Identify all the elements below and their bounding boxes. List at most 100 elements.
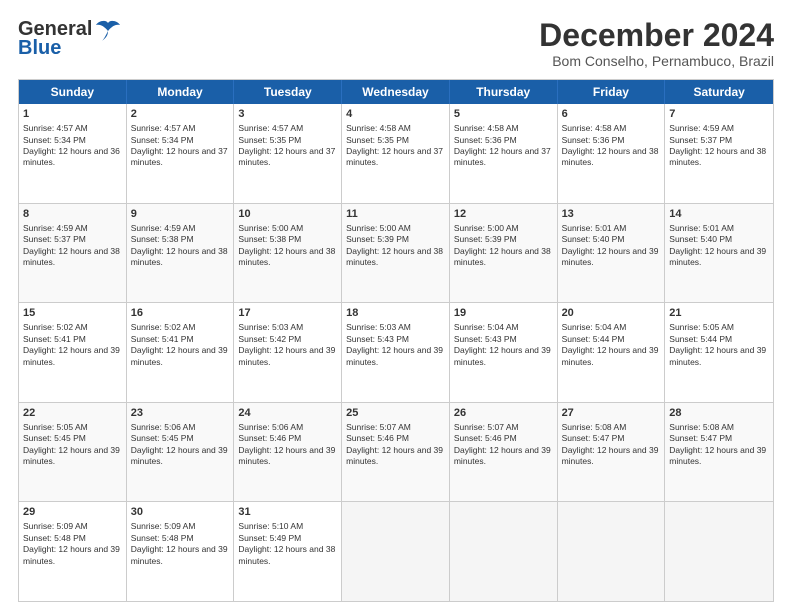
sunset: Sunset: 5:44 PM <box>562 334 625 344</box>
daylight: Daylight: 12 hours and 39 minutes. <box>238 445 335 466</box>
daylight: Daylight: 12 hours and 37 minutes. <box>238 146 335 167</box>
daylight: Daylight: 12 hours and 39 minutes. <box>562 445 659 466</box>
day-number: 22 <box>23 406 122 421</box>
day-number: 27 <box>562 406 661 421</box>
sunrise: Sunrise: 5:07 AM <box>346 422 411 432</box>
day-cell-11: 11Sunrise: 5:00 AMSunset: 5:39 PMDayligh… <box>342 204 450 303</box>
day-cell-12: 12Sunrise: 5:00 AMSunset: 5:39 PMDayligh… <box>450 204 558 303</box>
sunset: Sunset: 5:48 PM <box>131 533 194 543</box>
sunrise: Sunrise: 4:59 AM <box>669 123 734 133</box>
day-number: 26 <box>454 406 553 421</box>
calendar-row-3: 15Sunrise: 5:02 AMSunset: 5:41 PMDayligh… <box>19 302 773 402</box>
calendar-body: 1Sunrise: 4:57 AMSunset: 5:34 PMDaylight… <box>19 104 773 601</box>
calendar-row-5: 29Sunrise: 5:09 AMSunset: 5:48 PMDayligh… <box>19 501 773 601</box>
daylight: Daylight: 12 hours and 39 minutes. <box>23 345 120 366</box>
sunset: Sunset: 5:38 PM <box>131 234 194 244</box>
sunrise: Sunrise: 5:02 AM <box>23 322 88 332</box>
sunrise: Sunrise: 5:03 AM <box>346 322 411 332</box>
day-cell-1: 1Sunrise: 4:57 AMSunset: 5:34 PMDaylight… <box>19 104 127 203</box>
day-number: 19 <box>454 306 553 321</box>
day-number: 30 <box>131 505 230 520</box>
sunset: Sunset: 5:35 PM <box>238 135 301 145</box>
day-number: 28 <box>669 406 769 421</box>
sunrise: Sunrise: 5:05 AM <box>23 422 88 432</box>
daylight: Daylight: 12 hours and 39 minutes. <box>238 345 335 366</box>
sunrise: Sunrise: 5:01 AM <box>669 223 734 233</box>
sunset: Sunset: 5:41 PM <box>23 334 86 344</box>
sunrise: Sunrise: 5:04 AM <box>454 322 519 332</box>
day-number: 7 <box>669 107 769 122</box>
sunrise: Sunrise: 4:58 AM <box>562 123 627 133</box>
sunrise: Sunrise: 4:57 AM <box>131 123 196 133</box>
day-number: 13 <box>562 207 661 222</box>
header-day-wednesday: Wednesday <box>342 80 450 104</box>
sunset: Sunset: 5:47 PM <box>562 433 625 443</box>
daylight: Daylight: 12 hours and 39 minutes. <box>131 445 228 466</box>
sunrise: Sunrise: 5:09 AM <box>131 521 196 531</box>
sunrise: Sunrise: 5:01 AM <box>562 223 627 233</box>
sunset: Sunset: 5:41 PM <box>131 334 194 344</box>
day-cell-25: 25Sunrise: 5:07 AMSunset: 5:46 PMDayligh… <box>342 403 450 502</box>
day-number: 10 <box>238 207 337 222</box>
daylight: Daylight: 12 hours and 38 minutes. <box>23 246 120 267</box>
day-number: 18 <box>346 306 445 321</box>
sunset: Sunset: 5:40 PM <box>562 234 625 244</box>
day-number: 1 <box>23 107 122 122</box>
sunrise: Sunrise: 5:08 AM <box>562 422 627 432</box>
page: General Blue December 2024 Bom Conselho,… <box>0 0 792 612</box>
sunset: Sunset: 5:46 PM <box>346 433 409 443</box>
location-subtitle: Bom Conselho, Pernambuco, Brazil <box>539 53 774 69</box>
daylight: Daylight: 12 hours and 39 minutes. <box>669 246 766 267</box>
sunset: Sunset: 5:36 PM <box>454 135 517 145</box>
sunset: Sunset: 5:37 PM <box>669 135 732 145</box>
daylight: Daylight: 12 hours and 39 minutes. <box>346 445 443 466</box>
sunset: Sunset: 5:34 PM <box>131 135 194 145</box>
day-cell-23: 23Sunrise: 5:06 AMSunset: 5:45 PMDayligh… <box>127 403 235 502</box>
empty-cell <box>342 502 450 601</box>
day-cell-26: 26Sunrise: 5:07 AMSunset: 5:46 PMDayligh… <box>450 403 558 502</box>
day-number: 12 <box>454 207 553 222</box>
day-number: 14 <box>669 207 769 222</box>
sunrise: Sunrise: 5:06 AM <box>238 422 303 432</box>
day-number: 20 <box>562 306 661 321</box>
sunset: Sunset: 5:43 PM <box>346 334 409 344</box>
sunrise: Sunrise: 5:00 AM <box>238 223 303 233</box>
day-cell-21: 21Sunrise: 5:05 AMSunset: 5:44 PMDayligh… <box>665 303 773 402</box>
sunset: Sunset: 5:38 PM <box>238 234 301 244</box>
day-number: 17 <box>238 306 337 321</box>
sunset: Sunset: 5:39 PM <box>454 234 517 244</box>
sunrise: Sunrise: 5:09 AM <box>23 521 88 531</box>
daylight: Daylight: 12 hours and 39 minutes. <box>562 345 659 366</box>
sunset: Sunset: 5:44 PM <box>669 334 732 344</box>
day-number: 11 <box>346 207 445 222</box>
header-day-sunday: Sunday <box>19 80 127 104</box>
sunset: Sunset: 5:39 PM <box>346 234 409 244</box>
sunset: Sunset: 5:37 PM <box>23 234 86 244</box>
sunset: Sunset: 5:35 PM <box>346 135 409 145</box>
logo-bird-icon <box>94 19 122 41</box>
daylight: Daylight: 12 hours and 39 minutes. <box>669 345 766 366</box>
sunset: Sunset: 5:47 PM <box>669 433 732 443</box>
sunrise: Sunrise: 5:00 AM <box>454 223 519 233</box>
sunrise: Sunrise: 5:03 AM <box>238 322 303 332</box>
sunrise: Sunrise: 4:57 AM <box>238 123 303 133</box>
sunrise: Sunrise: 4:57 AM <box>23 123 88 133</box>
empty-cell <box>450 502 558 601</box>
sunset: Sunset: 5:42 PM <box>238 334 301 344</box>
daylight: Daylight: 12 hours and 37 minutes. <box>131 146 228 167</box>
day-number: 16 <box>131 306 230 321</box>
sunrise: Sunrise: 5:05 AM <box>669 322 734 332</box>
sunrise: Sunrise: 5:02 AM <box>131 322 196 332</box>
sunrise: Sunrise: 5:00 AM <box>346 223 411 233</box>
daylight: Daylight: 12 hours and 39 minutes. <box>23 445 120 466</box>
sunrise: Sunrise: 5:04 AM <box>562 322 627 332</box>
sunset: Sunset: 5:43 PM <box>454 334 517 344</box>
day-number: 8 <box>23 207 122 222</box>
day-number: 29 <box>23 505 122 520</box>
day-number: 23 <box>131 406 230 421</box>
day-cell-13: 13Sunrise: 5:01 AMSunset: 5:40 PMDayligh… <box>558 204 666 303</box>
empty-cell <box>558 502 666 601</box>
day-cell-3: 3Sunrise: 4:57 AMSunset: 5:35 PMDaylight… <box>234 104 342 203</box>
daylight: Daylight: 12 hours and 37 minutes. <box>454 146 551 167</box>
day-cell-14: 14Sunrise: 5:01 AMSunset: 5:40 PMDayligh… <box>665 204 773 303</box>
